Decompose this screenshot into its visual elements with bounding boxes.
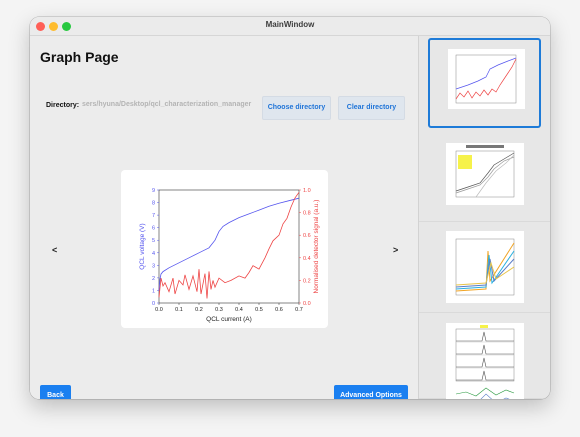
clear-directory-button[interactable]: Clear directory — [338, 96, 405, 120]
directory-path-field[interactable]: sers/hyuna/Desktop/qcl_characterization_… — [82, 99, 258, 111]
y-left-tick-label: 1 — [152, 288, 155, 294]
directory-label: Directory: — [46, 102, 80, 109]
thumbnail-item-3[interactable] — [419, 222, 550, 313]
thumbnail-item-5[interactable] — [419, 376, 550, 399]
next-graph-button[interactable]: > — [393, 245, 398, 255]
y-left-tick-label: 3 — [152, 263, 155, 269]
choose-directory-button[interactable]: Choose directory — [262, 96, 331, 120]
qcl-liv-chart: 0.0 0.1 0.2 0.3 0.4 0.5 0.6 0.7 0 1 2 3 4 5 6 7 8 9 0.0 0.2… — [139, 188, 320, 323]
y-right-tick-label: 0.0 — [303, 301, 311, 307]
x-tick-label: 0.6 — [275, 307, 283, 313]
thumbnail-image — [446, 231, 524, 303]
y-right-tick-label: 0.4 — [303, 256, 311, 262]
y-left-tick-label: 4 — [152, 251, 155, 257]
y-left-tick-label: 6 — [152, 226, 155, 232]
x-tick-label: 0.4 — [235, 307, 243, 313]
x-tick-label: 0.7 — [295, 307, 303, 313]
title-bar: MainWindow — [30, 17, 550, 36]
x-axis-label: QCL current (A) — [206, 316, 252, 323]
y-left-tick-label: 5 — [152, 238, 155, 244]
y-left-axis-label: QCL voltage (V) — [139, 223, 146, 269]
y-right-tick-label: 1.0 — [303, 188, 311, 194]
y-left-tick-label: 9 — [152, 188, 155, 194]
x-tick-label: 0.1 — [175, 307, 183, 313]
main-window: MainWindow Graph Page Directory: sers/hy… — [30, 17, 550, 399]
thumbnail-image — [448, 49, 525, 109]
y-right-tick-label: 0.2 — [303, 278, 311, 284]
page-title: Graph Page — [40, 49, 119, 65]
previous-graph-button[interactable]: < — [52, 245, 57, 255]
graph-preview: 0.0 0.1 0.2 0.3 0.4 0.5 0.6 0.7 0 1 2 3 4 5 6 7 8 9 0.0 0.2… — [121, 170, 328, 328]
x-tick-label: 0.3 — [215, 307, 223, 313]
y-left-tick-label: 0 — [152, 301, 155, 307]
thumbnail-image — [446, 143, 524, 205]
y-left-tick-label: 8 — [152, 201, 155, 207]
y-left-tick-label: 7 — [152, 213, 155, 219]
detector-signal-series-line — [158, 192, 300, 299]
y-right-tick-label: 0.8 — [303, 211, 311, 217]
voltage-series-line — [158, 197, 300, 291]
x-tick-label: 0.5 — [255, 307, 263, 313]
graph-page: Graph Page Directory: sers/hyuna/Desktop… — [30, 36, 418, 399]
y-right-tick-label: 0.6 — [303, 233, 311, 239]
y-left-tick-label: 2 — [152, 276, 155, 282]
advanced-options-button[interactable]: Advanced Options — [334, 385, 408, 399]
plot-frame — [158, 189, 300, 304]
window-title: MainWindow — [265, 20, 315, 29]
x-tick-label: 0.0 — [155, 307, 163, 313]
thumbnail-item-1[interactable] — [428, 38, 541, 128]
back-button[interactable]: Back — [40, 385, 71, 399]
thumbnail-item-2[interactable] — [419, 131, 550, 222]
thumbnail-image — [446, 384, 524, 399]
x-tick-label: 0.2 — [195, 307, 203, 313]
y-right-axis-label: Normalised detector signal (a.u.) — [313, 200, 320, 294]
thumbnail-sidebar[interactable] — [418, 36, 550, 399]
